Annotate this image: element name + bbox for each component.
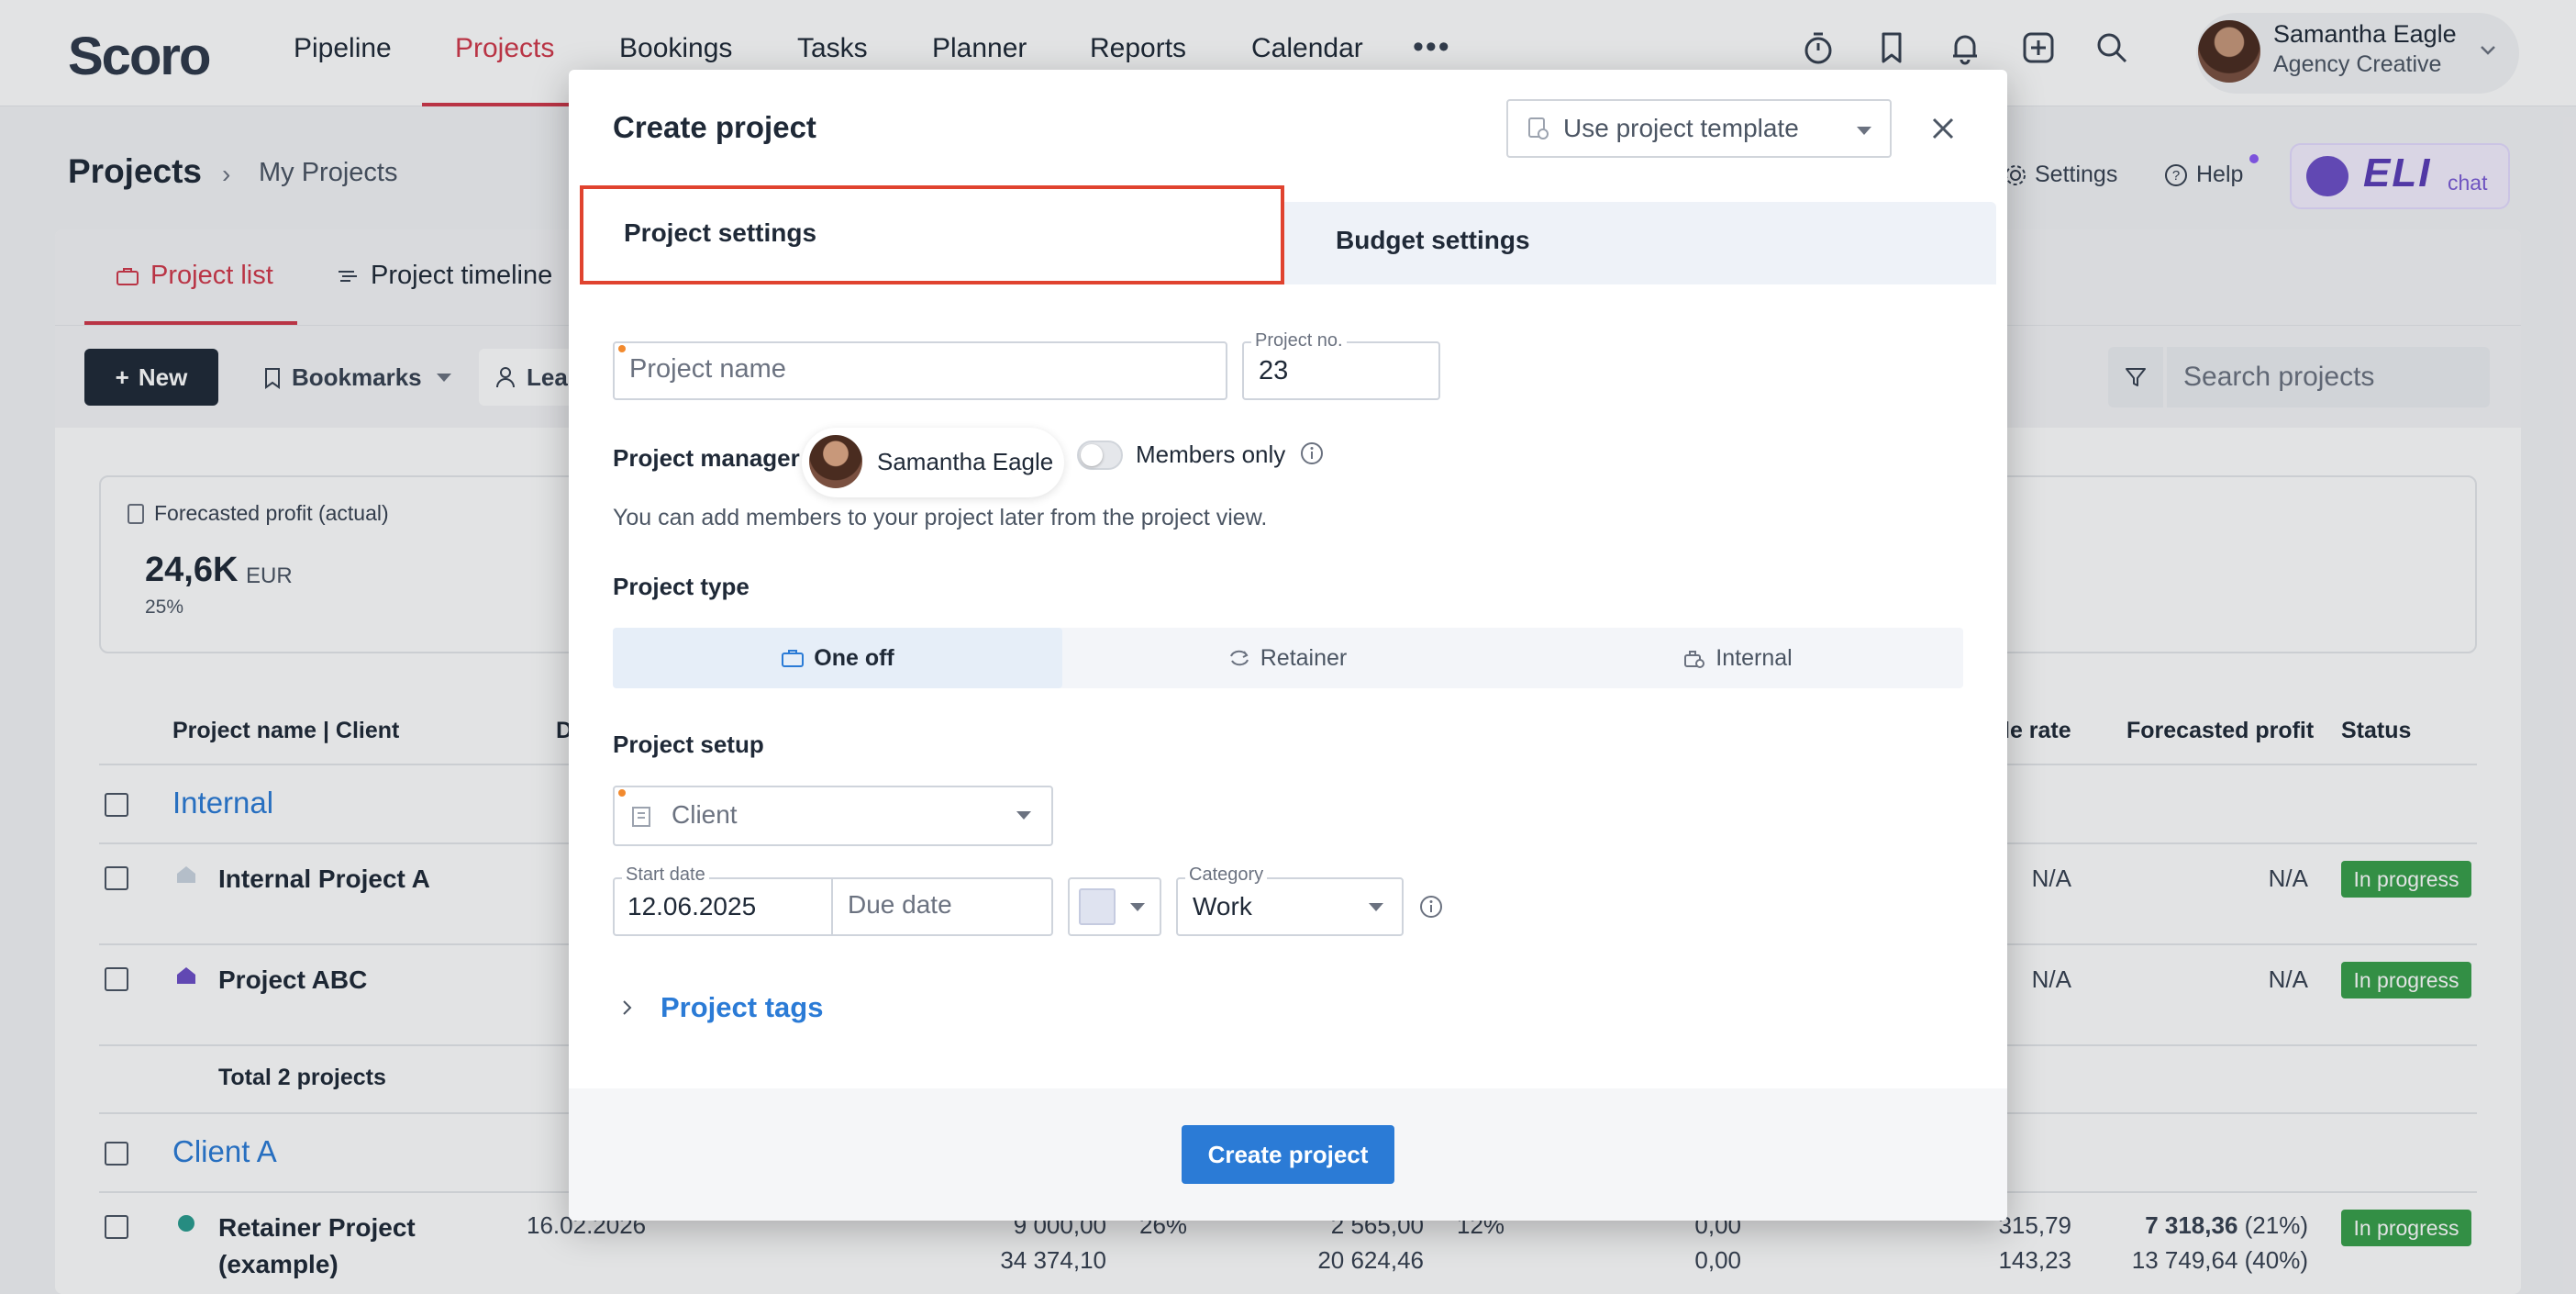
tab-budget-settings[interactable]: Budget settings	[1336, 226, 1530, 255]
start-date-label: Start date	[622, 865, 709, 886]
members-only-toggle[interactable]	[1077, 441, 1123, 470]
project-setup-label: Project setup	[613, 731, 764, 758]
create-project-modal: Create project Use project template Proj…	[569, 70, 2007, 1221]
internal-icon	[1684, 651, 1705, 668]
create-project-button[interactable]: Create project	[1182, 1125, 1394, 1184]
required-indicator	[618, 789, 626, 797]
color-swatch	[1079, 888, 1116, 925]
project-manager-label: Project manager	[613, 444, 800, 472]
retainer-icon	[1229, 650, 1249, 666]
type-label: One off	[814, 644, 894, 671]
category-value: Work	[1193, 892, 1252, 920]
building-icon	[632, 807, 650, 827]
category-label: Category	[1185, 865, 1268, 886]
briefcase-icon	[782, 650, 805, 667]
toggle-knob	[1081, 444, 1103, 466]
members-helper-text: You can add members to your project late…	[613, 505, 1268, 530]
close-icon[interactable]	[1925, 110, 1961, 147]
members-only-label: Members only	[1136, 441, 1286, 468]
modal-body	[569, 284, 2007, 1158]
project-template-select[interactable]: Use project template	[1506, 99, 1892, 158]
tab-project-settings-label: Project settings	[624, 218, 817, 247]
chevron-right-icon[interactable]	[618, 997, 637, 1023]
modal-title: Create project	[613, 110, 816, 144]
project-type-internal[interactable]: Internal	[1512, 628, 1963, 688]
template-placeholder: Use project template	[1563, 114, 1799, 142]
due-date-placeholder: Due date	[848, 890, 952, 919]
project-type-label: Project type	[613, 573, 749, 600]
template-icon	[1528, 117, 1549, 139]
project-tags-toggle[interactable]: Project tags	[661, 991, 823, 1024]
project-number-value: 23	[1259, 356, 1289, 385]
project-type-one-off[interactable]: One off	[613, 628, 1062, 688]
client-placeholder: Client	[672, 800, 738, 829]
type-label: Retainer	[1260, 644, 1348, 671]
required-indicator	[618, 345, 626, 352]
info-icon[interactable]	[1299, 441, 1325, 466]
project-number-label: Project no.	[1251, 330, 1347, 351]
caret-down-icon	[1016, 811, 1031, 820]
start-date-value: 12.06.2025	[627, 892, 757, 920]
project-name-placeholder: Project name	[629, 354, 786, 384]
project-manager-name: Samantha Eagle	[877, 448, 1054, 475]
caret-down-icon	[1369, 903, 1383, 911]
type-label: Internal	[1715, 644, 1793, 671]
caret-down-icon	[1857, 127, 1871, 135]
avatar	[809, 435, 862, 488]
project-type-retainer[interactable]: Retainer	[1062, 628, 1512, 688]
caret-down-icon	[1130, 903, 1145, 911]
info-icon[interactable]	[1418, 894, 1444, 920]
